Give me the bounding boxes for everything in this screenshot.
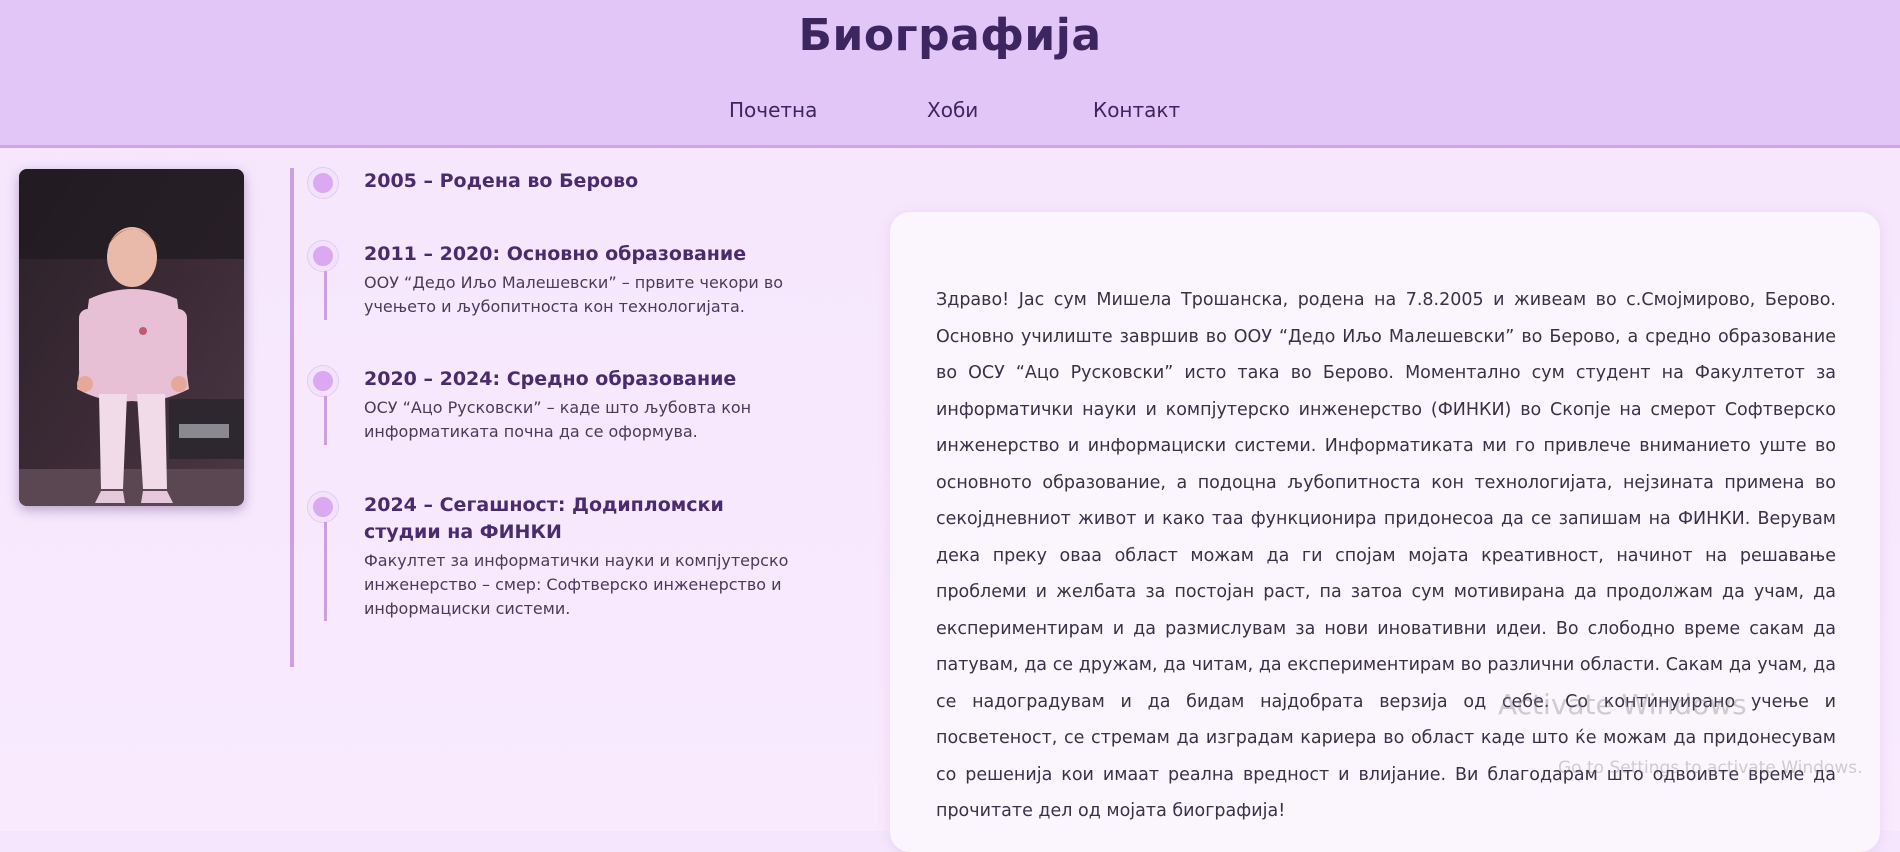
timeline-dot-icon [308,168,338,198]
childhood-photo [19,169,244,506]
main-nav: Почетна Хоби Контакт [0,98,1900,128]
timeline-dot-icon [308,241,338,271]
timeline-stem [324,396,327,445]
timeline-stem [324,522,327,621]
timeline-title: 2011 – 2020: Основно образование [364,243,747,265]
timeline-desc: ОСУ “Ацо Русковски” – каде што љубовта к… [364,398,752,441]
nav-link-home[interactable]: Почетна [729,98,817,122]
timeline-line [290,168,294,667]
nav-link-contact[interactable]: Контакт [1093,98,1180,122]
timeline-desc: ООУ “Дедо Иљо Малешевски” – првите чекор… [364,273,784,316]
site-header: Биографија Почетна Хоби Контакт [0,0,1900,148]
nav-link-hobby[interactable]: Хоби [927,98,978,122]
timeline-dot-icon [308,366,338,396]
timeline-stem [324,271,327,320]
timeline-title: 2024 – Сегашност: Додипломски студии на … [364,494,724,543]
activate-windows-watermark: Activate Windows [1498,688,1747,721]
bio-card: Здраво! Јас сум Мишела Трошанска, родена… [890,212,1880,852]
page-title: Биографија [798,10,1102,61]
timeline-dot-icon [308,492,338,522]
timeline-title: 2005 – Родена во Берово [364,170,639,192]
timeline-title: 2020 – 2024: Средно образование [364,368,737,390]
activate-windows-hint: Go to Settings to activate Windows. [1558,758,1863,778]
timeline-desc: Факултет за информатички науки и компјут… [364,551,789,618]
bio-text: Здраво! Јас сум Мишела Трошанска, родена… [936,290,1836,821]
